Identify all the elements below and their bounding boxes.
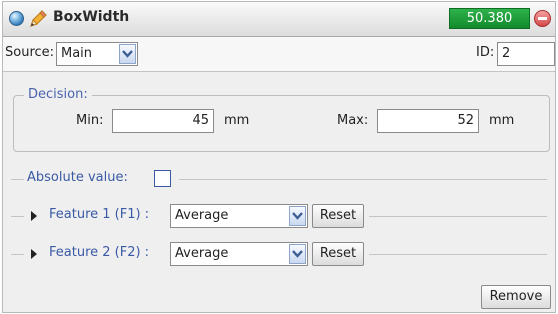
absolute-value-label: Absolute value:	[27, 170, 128, 185]
source-select-value: Main	[61, 46, 93, 61]
max-field[interactable]: 52	[377, 109, 479, 133]
feature-1-label: Feature 1 (F1) :	[49, 207, 150, 222]
feature-1-mode-select[interactable]: Average	[170, 204, 308, 228]
chevron-down-icon	[292, 212, 303, 220]
tool-title: BoxWidth	[53, 9, 130, 25]
min-field[interactable]: 45	[112, 109, 214, 133]
collapse-toggle-icon[interactable]	[9, 11, 24, 26]
feature-2-dropdown-button[interactable]	[289, 244, 306, 264]
decision-group: Decision: Min: 45 mm Max: 52 mm	[13, 87, 550, 152]
expand-arrow-icon[interactable]	[31, 249, 37, 259]
expand-arrow-icon[interactable]	[31, 211, 37, 221]
feature-2-reset-button[interactable]: Reset	[312, 242, 364, 266]
feature-1-reset-button[interactable]: Reset	[312, 204, 364, 228]
separator-line	[11, 254, 24, 255]
id-label: ID:	[476, 45, 495, 60]
separator-line	[11, 216, 24, 217]
min-label: Min:	[76, 113, 104, 128]
measured-value-badge: 50.380	[449, 8, 530, 29]
separator-line	[179, 179, 547, 180]
remove-tool-icon[interactable]	[534, 10, 551, 27]
feature-2-mode-value: Average	[175, 246, 229, 261]
decision-legend: Decision:	[24, 87, 92, 102]
max-unit: mm	[489, 113, 515, 128]
id-field[interactable]: 2	[497, 42, 555, 66]
feature-1-dropdown-button[interactable]	[289, 206, 306, 226]
source-label: Source:	[5, 45, 55, 60]
feature-2-label: Feature 2 (F2) :	[49, 245, 150, 260]
chevron-down-icon	[122, 50, 133, 58]
separator-line	[369, 216, 547, 217]
pencil-icon[interactable]	[27, 8, 49, 30]
absolute-value-checkbox[interactable]	[154, 170, 171, 187]
max-label: Max:	[337, 113, 369, 128]
feature-1-mode-value: Average	[175, 208, 229, 223]
source-select[interactable]: Main	[56, 42, 138, 66]
title-bar: BoxWidth 50.380	[3, 2, 555, 37]
source-dropdown-button[interactable]	[119, 44, 136, 64]
separator-line	[11, 179, 24, 180]
chevron-down-icon	[292, 250, 303, 258]
remove-button[interactable]: Remove	[481, 285, 551, 309]
feature-2-mode-select[interactable]: Average	[170, 242, 308, 266]
source-row: Source: Main ID: 2	[3, 37, 555, 72]
separator-line	[369, 254, 547, 255]
min-unit: mm	[224, 113, 250, 128]
boxwidth-panel: BoxWidth 50.380 Source: Main ID: 2 Decis…	[2, 1, 556, 313]
